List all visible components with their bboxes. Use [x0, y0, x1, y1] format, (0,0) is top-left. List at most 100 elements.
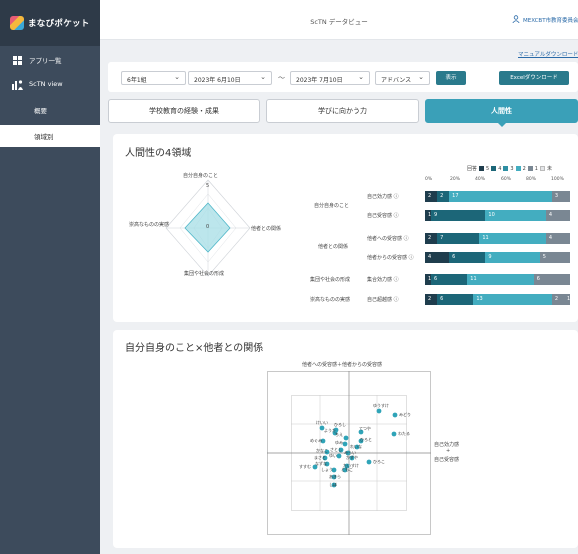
bar-segment: 13 — [473, 294, 552, 305]
legend-swatch — [515, 166, 521, 171]
stacked-bar: 2 7 11 4 — [425, 233, 570, 244]
item-label[interactable]: 自己効力感 ⓘ — [367, 193, 399, 200]
bar-segment: 3 — [551, 191, 570, 202]
item-label[interactable]: 集合効力感 ⓘ — [367, 276, 399, 283]
stacked-bar: 1 9 10 4 — [425, 210, 570, 221]
grid-icon — [12, 55, 23, 66]
bar-segment: 17 — [449, 191, 552, 202]
legend-swatch — [539, 166, 545, 171]
radar-axis-label: 崇高なものの実感 — [128, 222, 169, 228]
radar-axis-label: 自分自身のこと — [183, 173, 219, 179]
chevron-down-icon: ⌄ — [418, 73, 424, 81]
tab-school-experience[interactable]: 学校教育の経験・成果 — [108, 99, 260, 123]
scatter-point[interactable] — [343, 435, 349, 441]
scatter-point-label: けいい — [316, 420, 328, 425]
scatter-point-label: ひろと — [360, 437, 372, 442]
scatter-title: 自分自身のこと×他者との関係 — [125, 343, 264, 354]
category-label: 崇高なものの実感 — [310, 297, 351, 303]
legend-swatch — [479, 166, 485, 171]
scatter-point-label: あきら — [329, 474, 341, 479]
scatter-point[interactable] — [376, 408, 382, 414]
item-label[interactable]: 他者からの受容感 ⓘ — [367, 254, 414, 261]
app-logo[interactable]: まなびポケット — [0, 0, 100, 46]
category-label: 自分自身のこと — [314, 203, 350, 209]
legend: 回答 5 4 3 2 1 未 — [467, 165, 552, 173]
mode-select[interactable]: アドバンス ⌄ — [375, 71, 430, 85]
filter-bar: 6年1組 ⌄ 2023年 6月10日 ⌄ 〜 2023年 7月10日 ⌄ アドバ… — [108, 62, 578, 92]
scatter-point-label: ちえ — [335, 432, 343, 437]
chevron-down-icon: ⌄ — [174, 73, 180, 81]
radar-max-label: 5 — [206, 183, 210, 189]
tab-learning-power[interactable]: 学びに向かう力 — [266, 99, 419, 123]
sidebar-item-label: アプリ一覧 — [29, 57, 62, 65]
tab-humanity[interactable]: 人間性 — [425, 99, 578, 127]
bar-segment: 1 — [563, 294, 570, 305]
bar-segment: 6 — [533, 274, 570, 285]
radar-axis-label: 集団や社会の形成 — [184, 271, 225, 277]
scatter-point-label: ゆい — [329, 453, 337, 458]
legend-label: 5 — [486, 165, 490, 172]
bar-segment: 6 — [437, 294, 474, 305]
axis-tick: 100% — [551, 177, 564, 182]
scatter-point[interactable] — [366, 459, 372, 465]
scatter-y-label: 他者への受容感＋他者からの受容感 — [302, 362, 383, 368]
legend-label: 2 — [522, 165, 526, 172]
user-menu[interactable]: MEXCBT市教育委員会 — [512, 15, 578, 25]
legend-label: 3 — [510, 165, 514, 172]
scatter-point-label: しょう — [321, 467, 333, 472]
scatter-point-label: ひろこ — [373, 459, 385, 464]
page-title: ScTN データビュー — [310, 18, 368, 26]
manabi-logo-icon — [10, 16, 24, 30]
show-button[interactable]: 表示 — [436, 71, 466, 85]
axis-tick: 0% — [425, 177, 433, 182]
sidebar-item-sctn-view[interactable]: ScTN view — [0, 71, 100, 97]
axis-tick: 40% — [475, 177, 486, 182]
scatter-point[interactable] — [392, 412, 398, 418]
radar-axis-label: 他者との関係 — [251, 226, 281, 232]
user-name: MEXCBT市教育委員会 — [523, 18, 578, 24]
axis-tick: 80% — [526, 177, 537, 182]
stacked-bar: 2 6 13 2 1 — [425, 294, 570, 305]
manual-download-link[interactable]: マニュアルダウンロード — [518, 50, 578, 58]
excel-download-button[interactable]: Excelダウンロード — [499, 71, 569, 85]
scatter-point-label: わたる — [398, 431, 410, 436]
item-label[interactable]: 自己受容感 ⓘ — [367, 212, 399, 219]
date-to-value: 2023年 7月10日 — [296, 77, 343, 84]
sidebar-item-apps[interactable]: アプリ一覧 — [0, 49, 100, 71]
bar-segment: 10 — [485, 210, 546, 221]
sidebar-subitem-overview[interactable]: 概要 — [0, 99, 100, 121]
item-label[interactable]: 自己超越感 ⓘ — [367, 296, 399, 303]
bar-segment: 11 — [467, 274, 534, 285]
scatter-point[interactable] — [336, 453, 342, 459]
scatter-point-label: しほ — [329, 482, 337, 487]
scatter-point-label: ゆみ — [335, 440, 343, 445]
bar-segment: 2 — [425, 294, 438, 305]
date-to-select[interactable]: 2023年 7月10日 ⌄ — [290, 71, 370, 85]
bar-segment: 9 — [485, 252, 540, 263]
legend-title: 回答 — [467, 166, 478, 172]
bar-segment: 11 — [479, 233, 546, 244]
stacked-bar: 4695 — [425, 252, 570, 263]
sidebar-subitem-domains[interactable]: 領域別 — [0, 125, 100, 147]
scatter-x-label: + — [446, 448, 451, 454]
chevron-down-icon: ⌄ — [358, 73, 364, 81]
bar-segment: 4 — [425, 252, 450, 263]
scatter-point[interactable] — [342, 441, 348, 447]
app-name: まなびポケット — [28, 19, 90, 29]
scatter-point-label: てつや — [359, 426, 371, 431]
bar-segment: 6 — [431, 274, 468, 285]
scatter-point[interactable] — [391, 431, 397, 437]
item-label[interactable]: 他者への受容感 ⓘ — [367, 235, 409, 242]
scatter-point-label: みどり — [399, 412, 411, 417]
scatter-point-label: ゆうすけ — [373, 403, 389, 408]
sidebar-item-label: ScTN view — [29, 80, 63, 88]
bar-segment: 2 — [437, 191, 450, 202]
bar-segment: 9 — [431, 210, 486, 221]
date-from-select[interactable]: 2023年 6月10日 ⌄ — [188, 71, 272, 85]
legend-label: 4 — [498, 165, 502, 172]
scatter-x-label: 自己受容感 — [434, 457, 460, 463]
bar-segment: 5 — [539, 252, 570, 263]
class-select[interactable]: 6年1組 ⌄ — [121, 71, 186, 85]
sidebar: まなびポケット アプリ一覧 ScTN view 概要 領域別 — [0, 0, 100, 554]
bar-segment: 2 — [551, 294, 564, 305]
